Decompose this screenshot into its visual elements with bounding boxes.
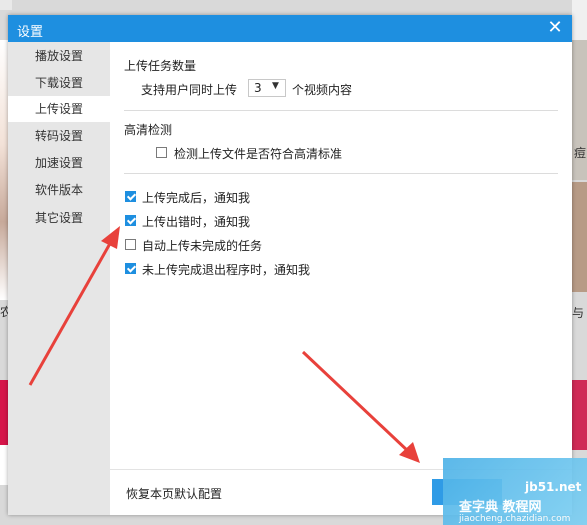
watermark-url: jiaocheng.chazidian.com xyxy=(459,514,571,524)
annotation-arrow-left xyxy=(28,239,114,386)
watermark-title: 查字典 教程网 xyxy=(459,500,542,515)
watermark-site: jb51.net xyxy=(525,480,582,494)
watermark: jb51.net 查字典 教程网 jiaocheng.chazidian.com xyxy=(443,458,587,525)
annotation-arrow-right xyxy=(301,350,411,454)
arrow-head-icon xyxy=(101,226,120,249)
annotation-arrows xyxy=(28,226,420,463)
